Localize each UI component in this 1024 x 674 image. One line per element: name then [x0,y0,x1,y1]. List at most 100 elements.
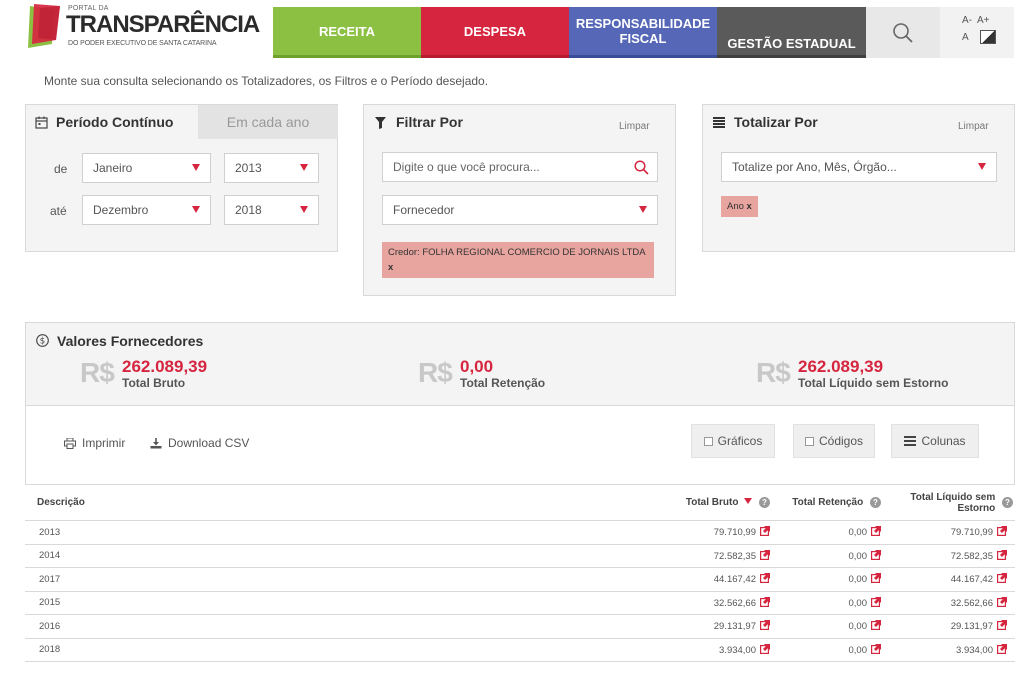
external-link-icon[interactable] [997,526,1007,537]
table-row[interactable]: 2018 3.934,00 0,00 3.934,00 [25,638,1015,662]
external-link-icon[interactable] [760,549,770,560]
col-total-retencao[interactable]: Total Retenção ? [778,484,889,521]
external-link-icon[interactable] [871,573,881,584]
colunas-button[interactable]: Colunas [891,424,979,458]
checkbox-icon [703,436,713,446]
cell-value: 72.582,35 [950,550,993,562]
font-normal-button[interactable]: A [962,32,969,43]
nav-resp-line2: FISCAL [619,31,667,46]
total-retencao-amount: 0,00 [460,357,494,376]
nav-gestao-estadual[interactable]: GESTÃO ESTADUAL [717,7,866,58]
header-search-button[interactable] [866,7,940,58]
ate-year-select[interactable]: 2018 [224,195,319,225]
external-link-icon[interactable] [997,549,1007,560]
totalizar-tag-remove-button[interactable]: x [747,201,752,212]
col-total-retencao-label: Total Retenção [792,497,864,509]
cell-value: 29.131,97 [950,621,993,633]
font-increase-button[interactable]: A+ [977,15,990,26]
help-icon[interactable]: ? [1002,497,1013,508]
cell-total-bruto: 32.562,66 [665,591,778,615]
logo-mark-icon [28,4,60,48]
external-link-icon[interactable] [871,596,881,607]
external-link-icon[interactable] [997,573,1007,584]
valores-title: Valores Fornecedores [57,333,204,349]
search-icon[interactable] [634,160,649,175]
cell-total-retencao: 0,00 [778,638,889,662]
external-link-icon[interactable] [760,596,770,607]
font-decrease-button[interactable]: A- [962,15,972,26]
nav-responsabilidade-fiscal[interactable]: RESPONSABILIDADE FISCAL [569,7,717,58]
chevron-down-icon [639,206,647,213]
cell-total-bruto: 72.582,35 [665,544,778,568]
col-total-bruto[interactable]: Total Bruto ? [665,484,778,521]
external-link-icon[interactable] [760,573,770,584]
external-link-icon[interactable] [997,620,1007,631]
chevron-down-icon [300,164,308,171]
external-link-icon[interactable] [871,549,881,560]
table-row[interactable]: 2016 29.131,97 0,00 29.131,97 [25,614,1015,639]
cell-value: 72.582,35 [713,550,756,562]
ate-label: até [50,204,67,218]
chevron-down-icon [300,206,308,213]
filter-type-select[interactable]: Fornecedor [382,195,658,225]
external-link-icon[interactable] [871,526,881,537]
tab-em-cada-ano[interactable]: Em cada ano [198,105,338,139]
external-link-icon[interactable] [760,643,770,654]
cell-total-bruto: 29.131,97 [665,614,778,639]
filter-tag-remove-button[interactable]: x [388,262,393,273]
graficos-toggle[interactable]: Gráficos [691,424,775,458]
external-link-icon[interactable] [871,643,881,654]
download-csv-button[interactable]: Download CSV [150,436,249,450]
cell-value: 0,00 [848,597,868,609]
calendar-icon [35,116,48,129]
cell-value: 2017 [39,573,61,585]
de-year-value: 2013 [235,161,262,175]
totalizar-ano-tag: Ano x [721,196,758,217]
de-year-select[interactable]: 2013 [224,153,319,183]
filter-search-input[interactable]: Digite o que você procura... [382,152,658,182]
col-total-liquido[interactable]: Total Líquido sem Estorno ? [889,484,1015,521]
cell-total-liquido: 44.167,42 [889,567,1015,592]
codigos-toggle[interactable]: Códigos [793,424,875,458]
cell-descricao: 2016 [25,614,665,639]
logo-main-text: TRANSPARÊNCIA [66,11,260,38]
site-header: PORTAL DA TRANSPARÊNCIA DO PODER EXECUTI… [0,0,1024,58]
ate-month-select[interactable]: Dezembro [82,195,211,225]
cell-total-retencao: 0,00 [778,544,889,568]
external-link-icon[interactable] [871,620,881,631]
help-icon[interactable]: ? [759,496,770,508]
table-header-row: Descrição Total Bruto ? Total Retenção ?… [25,484,1015,521]
total-bruto-amount: 262.089,39 [122,357,208,376]
external-link-icon[interactable] [997,596,1007,607]
nav-despesa[interactable]: DESPESA [421,7,569,58]
graficos-label: Gráficos [717,434,763,448]
de-month-select[interactable]: Janeiro [82,153,211,183]
cell-total-liquido: 79.710,99 [889,520,1015,545]
chevron-down-icon [192,164,200,171]
contrast-icon[interactable] [980,30,996,44]
tab-periodo-continuo[interactable]: Período Contínuo [56,114,173,130]
col-descricao[interactable]: Descrição [25,484,665,521]
print-button[interactable]: Imprimir [64,436,125,450]
nav-receita[interactable]: RECEITA [273,7,421,58]
help-icon[interactable]: ? [870,496,881,508]
totalizar-limpar-link[interactable]: Limpar [958,121,989,132]
filter-tag-text: Credor: FOLHA REGIONAL COMERCIO DE JORNA… [388,247,646,258]
list-icon [713,117,725,128]
portal-logo[interactable]: PORTAL DA TRANSPARÊNCIA DO PODER EXECUTI… [26,4,266,52]
filtrar-limpar-link[interactable]: Limpar [619,121,650,132]
table-row[interactable]: 2015 32.562,66 0,00 32.562,66 [25,591,1015,615]
external-link-icon[interactable] [760,526,770,537]
external-link-icon[interactable] [997,643,1007,654]
table-row[interactable]: 2013 79.710,99 0,00 79.710,99 [25,520,1015,545]
table-row[interactable]: 2014 72.582,35 0,00 72.582,35 [25,544,1015,568]
cell-value: 44.167,42 [950,574,993,586]
table-row[interactable]: 2017 44.167,42 0,00 44.167,42 [25,567,1015,592]
search-icon [893,22,913,43]
download-label: Download CSV [168,436,250,450]
print-label: Imprimir [82,436,126,450]
dollar-circle-icon: $ [36,334,49,347]
external-link-icon[interactable] [760,620,770,631]
totalizar-select[interactable]: Totalize por Ano, Mês, Órgão... [721,152,997,182]
accessibility-controls: A- A+ A [940,7,1014,58]
